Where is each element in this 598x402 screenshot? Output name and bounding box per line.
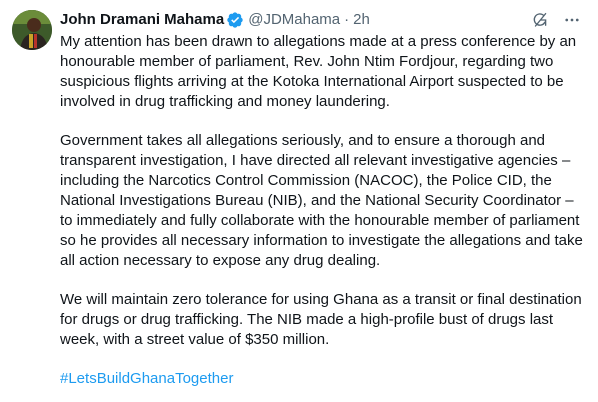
header-separator: · [344,11,350,28]
tweet-header: John Dramani Mahama @JDMahama · 2h [60,10,582,30]
tweet-body: My attention has been drawn to allegatio… [60,32,584,389]
author-handle[interactable]: @JDMahama [248,10,340,30]
header-actions [530,10,582,30]
verified-badge-icon [226,11,244,29]
tweet-paragraph-2: Government takes all allegations serious… [60,132,583,269]
grok-icon[interactable] [530,10,550,30]
tweet-paragraph-3: We will maintain zero tolerance for usin… [60,291,582,348]
hashtag-link[interactable]: #LetsBuildGhanaTogether [60,369,584,389]
avatar[interactable] [12,10,52,50]
tweet-timestamp[interactable]: 2h [353,10,370,30]
avatar-image [12,10,52,50]
author-name[interactable]: John Dramani Mahama [60,10,224,30]
tweet-content: John Dramani Mahama @JDMahama · 2h My at… [60,10,584,389]
tweet: John Dramani Mahama @JDMahama · 2h My at… [0,0,598,402]
tweet-paragraph-1: My attention has been drawn to allegatio… [60,33,577,110]
more-options-icon[interactable] [562,10,582,30]
